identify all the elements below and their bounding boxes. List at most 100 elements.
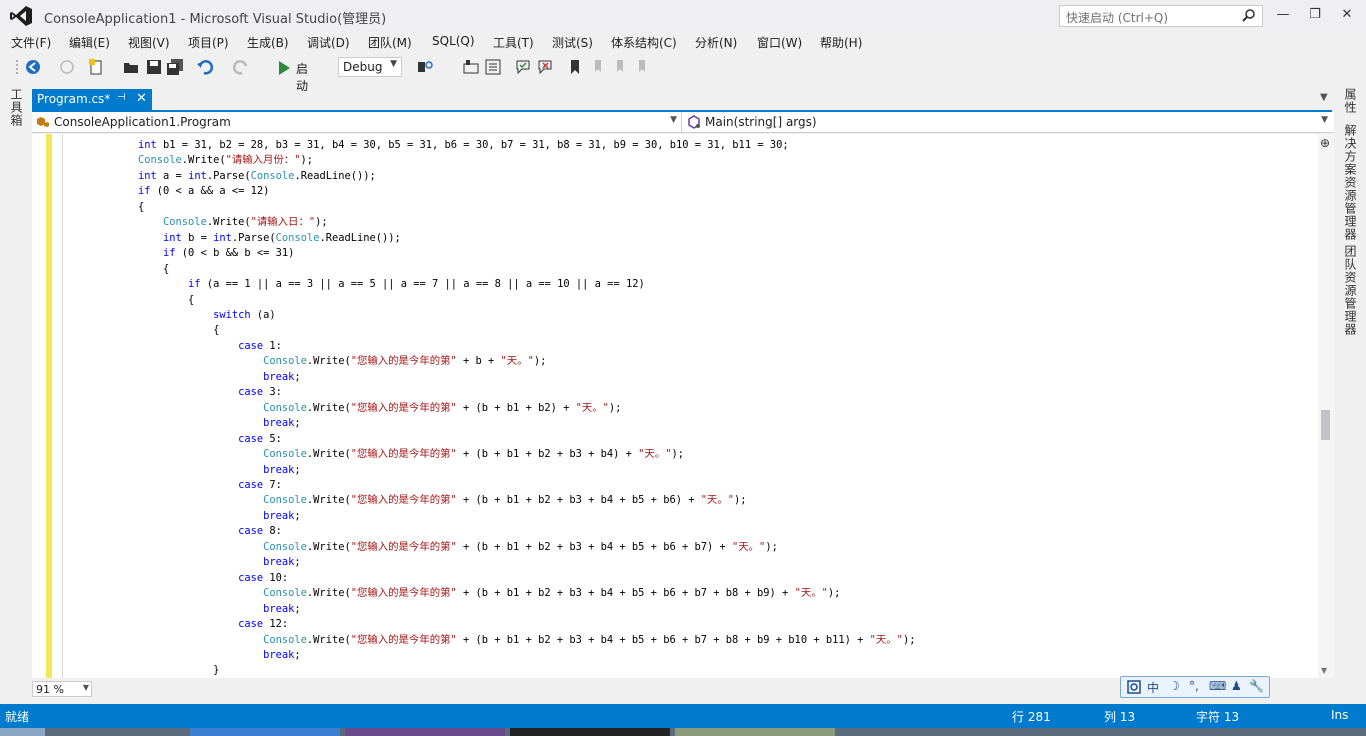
class-dropdown[interactable]: ConsoleApplication1.Program ▼ — [32, 112, 682, 132]
code-line[interactable]: Console.Write("您输入的是今年的第" + (b + b1 + b2… — [138, 401, 915, 416]
code-line[interactable]: case 8: — [138, 524, 915, 539]
code-line[interactable]: break; — [138, 602, 915, 617]
code-line[interactable]: { — [138, 323, 915, 338]
taskbar-item[interactable] — [675, 728, 835, 736]
maximize-button[interactable]: ❐ — [1302, 4, 1328, 26]
code-line[interactable]: break; — [138, 370, 915, 385]
pin-tab-icon[interactable]: ⊣ — [117, 92, 126, 103]
code-line[interactable]: case 5: — [138, 432, 915, 447]
taskbar-item[interactable] — [510, 728, 670, 736]
menu-file[interactable]: 文件(F) — [11, 34, 51, 51]
code-line[interactable]: break; — [138, 463, 915, 478]
quick-launch-input[interactable]: 快速启动 (Ctrl+Q) — [1059, 5, 1263, 27]
menu-tools[interactable]: 工具(T) — [493, 34, 534, 51]
code-line[interactable]: if (0 < b && b <= 31) — [138, 246, 915, 261]
previous-bookmark-icon[interactable] — [588, 58, 606, 76]
toolbox-tab[interactable]: 工具箱 — [8, 88, 25, 127]
ime-logo-icon[interactable] — [1127, 680, 1141, 694]
redo-icon[interactable] — [232, 58, 250, 76]
menu-help[interactable]: 帮助(H) — [820, 34, 862, 51]
bookmark-icon[interactable] — [566, 58, 584, 76]
code-line[interactable]: int b1 = 31, b2 = 28, b3 = 31, b4 = 30, … — [138, 138, 915, 153]
scroll-down-icon[interactable]: ▼ — [1321, 666, 1327, 675]
code-line[interactable]: case 1: — [138, 339, 915, 354]
code-line[interactable]: break; — [138, 648, 915, 663]
navigate-forward-icon[interactable] — [58, 58, 76, 76]
code-line[interactable]: switch (a) — [138, 308, 915, 323]
taskbar-item[interactable] — [345, 728, 505, 736]
code-line[interactable]: case 10: — [138, 571, 915, 586]
menu-project[interactable]: 项目(P) — [188, 34, 229, 51]
vertical-scrollbar-thumb[interactable] — [1321, 410, 1330, 440]
zoom-level-select[interactable]: 91 % ▼ — [32, 681, 92, 697]
code-line[interactable]: { — [138, 200, 915, 215]
code-line[interactable]: Console.Write("请输入日："); — [138, 215, 915, 230]
menu-edit[interactable]: 编辑(E) — [69, 34, 110, 51]
comment-icon[interactable] — [514, 58, 532, 76]
minimize-button[interactable]: — — [1270, 4, 1296, 26]
menu-architecture[interactable]: 体系结构(C) — [611, 34, 677, 51]
taskbar-start-area[interactable] — [0, 728, 45, 736]
solution-explorer-icon[interactable] — [462, 58, 480, 76]
code-line[interactable]: case 7: — [138, 478, 915, 493]
menu-sql[interactable]: SQL(Q) — [432, 34, 475, 48]
properties-window-icon[interactable] — [484, 58, 502, 76]
code-line[interactable]: Console.Write("您输入的是今年的第" + (b + b1 + b2… — [138, 447, 915, 462]
code-line[interactable]: { — [138, 293, 915, 308]
code-line[interactable]: case 3: — [138, 385, 915, 400]
ime-punctuation-icon[interactable]: °, — [1189, 679, 1199, 693]
menu-build[interactable]: 生成(B) — [247, 34, 289, 51]
close-tab-icon[interactable]: ✕ — [136, 91, 147, 106]
ime-user-icon[interactable]: ♟ — [1231, 679, 1242, 693]
ime-settings-icon[interactable]: 🔧 — [1249, 679, 1264, 693]
team-explorer-tab[interactable]: 团队资源管理器 — [1342, 245, 1359, 336]
code-line[interactable]: case 12: — [138, 617, 915, 632]
code-line[interactable]: break; — [138, 555, 915, 570]
save-icon[interactable] — [145, 58, 163, 76]
next-bookmark-icon[interactable] — [610, 58, 628, 76]
vertical-scrollbar[interactable] — [1318, 134, 1334, 678]
code-line[interactable]: Console.Write("您输入的是今年的第" + (b + b1 + b2… — [138, 493, 915, 508]
save-all-icon[interactable] — [166, 58, 184, 76]
code-line[interactable]: int a = int.Parse(Console.ReadLine()); — [138, 169, 915, 184]
solution-configuration-select[interactable]: Debug ▼ — [338, 57, 402, 77]
ime-chinese-mode-icon[interactable]: 中 — [1147, 679, 1159, 696]
ime-halfwidth-icon[interactable]: ☽ — [1169, 679, 1180, 693]
document-tab-program-cs[interactable]: Program.cs* ⊣ ✕ — [32, 89, 152, 110]
outlining-margin — [62, 134, 63, 678]
uncomment-icon[interactable] — [536, 58, 554, 76]
menu-analyze[interactable]: 分析(N) — [695, 34, 737, 51]
clear-bookmarks-icon[interactable] — [632, 58, 650, 76]
find-in-files-icon[interactable] — [416, 58, 434, 76]
new-project-icon[interactable] — [88, 58, 106, 76]
close-window-button[interactable]: ✕ — [1334, 4, 1360, 26]
open-file-icon[interactable] — [122, 58, 140, 76]
code-line[interactable]: Console.Write("您输入的是今年的第" + (b + b1 + b2… — [138, 633, 915, 648]
code-line[interactable]: Console.Write("请输入月份："); — [138, 153, 915, 168]
menu-debug[interactable]: 调试(D) — [307, 34, 350, 51]
member-dropdown[interactable]: Main(string[] args) ▼ — [683, 112, 1332, 132]
navigate-back-icon[interactable] — [24, 58, 42, 76]
code-line[interactable]: Console.Write("您输入的是今年的第" + b + "天。"); — [138, 354, 915, 369]
menu-test[interactable]: 测试(S) — [552, 34, 593, 51]
code-line[interactable]: int b = int.Parse(Console.ReadLine()); — [138, 231, 915, 246]
taskbar-item[interactable] — [190, 728, 340, 736]
tab-overflow-chevron-icon[interactable]: ▼ — [1320, 92, 1328, 103]
menu-team[interactable]: 团队(M) — [368, 34, 412, 51]
code-line[interactable]: Console.Write("您输入的是今年的第" + (b + b1 + b2… — [138, 586, 915, 601]
code-line[interactable]: break; — [138, 416, 915, 431]
solution-explorer-tab[interactable]: 解决方案资源管理器 — [1342, 124, 1359, 241]
code-line[interactable]: { — [138, 262, 915, 277]
split-window-icon[interactable]: ⊕ — [1320, 136, 1330, 150]
undo-icon[interactable] — [196, 58, 214, 76]
menu-view[interactable]: 视图(V) — [128, 34, 170, 51]
code-line[interactable]: if (0 < a && a <= 12) — [138, 184, 915, 199]
properties-tab[interactable]: 属性 — [1342, 88, 1359, 114]
code-line[interactable]: Console.Write("您输入的是今年的第" + (b + b1 + b2… — [138, 540, 915, 555]
code-line[interactable]: if (a == 1 || a == 3 || a == 5 || a == 7… — [138, 277, 915, 292]
code-line[interactable]: } — [138, 663, 915, 678]
menu-window[interactable]: 窗口(W) — [757, 34, 802, 51]
code-line[interactable]: break; — [138, 509, 915, 524]
code-text[interactable]: int b1 = 31, b2 = 28, b3 = 31, b4 = 30, … — [138, 138, 915, 679]
ime-keyboard-icon[interactable]: ⌨ — [1209, 679, 1226, 693]
